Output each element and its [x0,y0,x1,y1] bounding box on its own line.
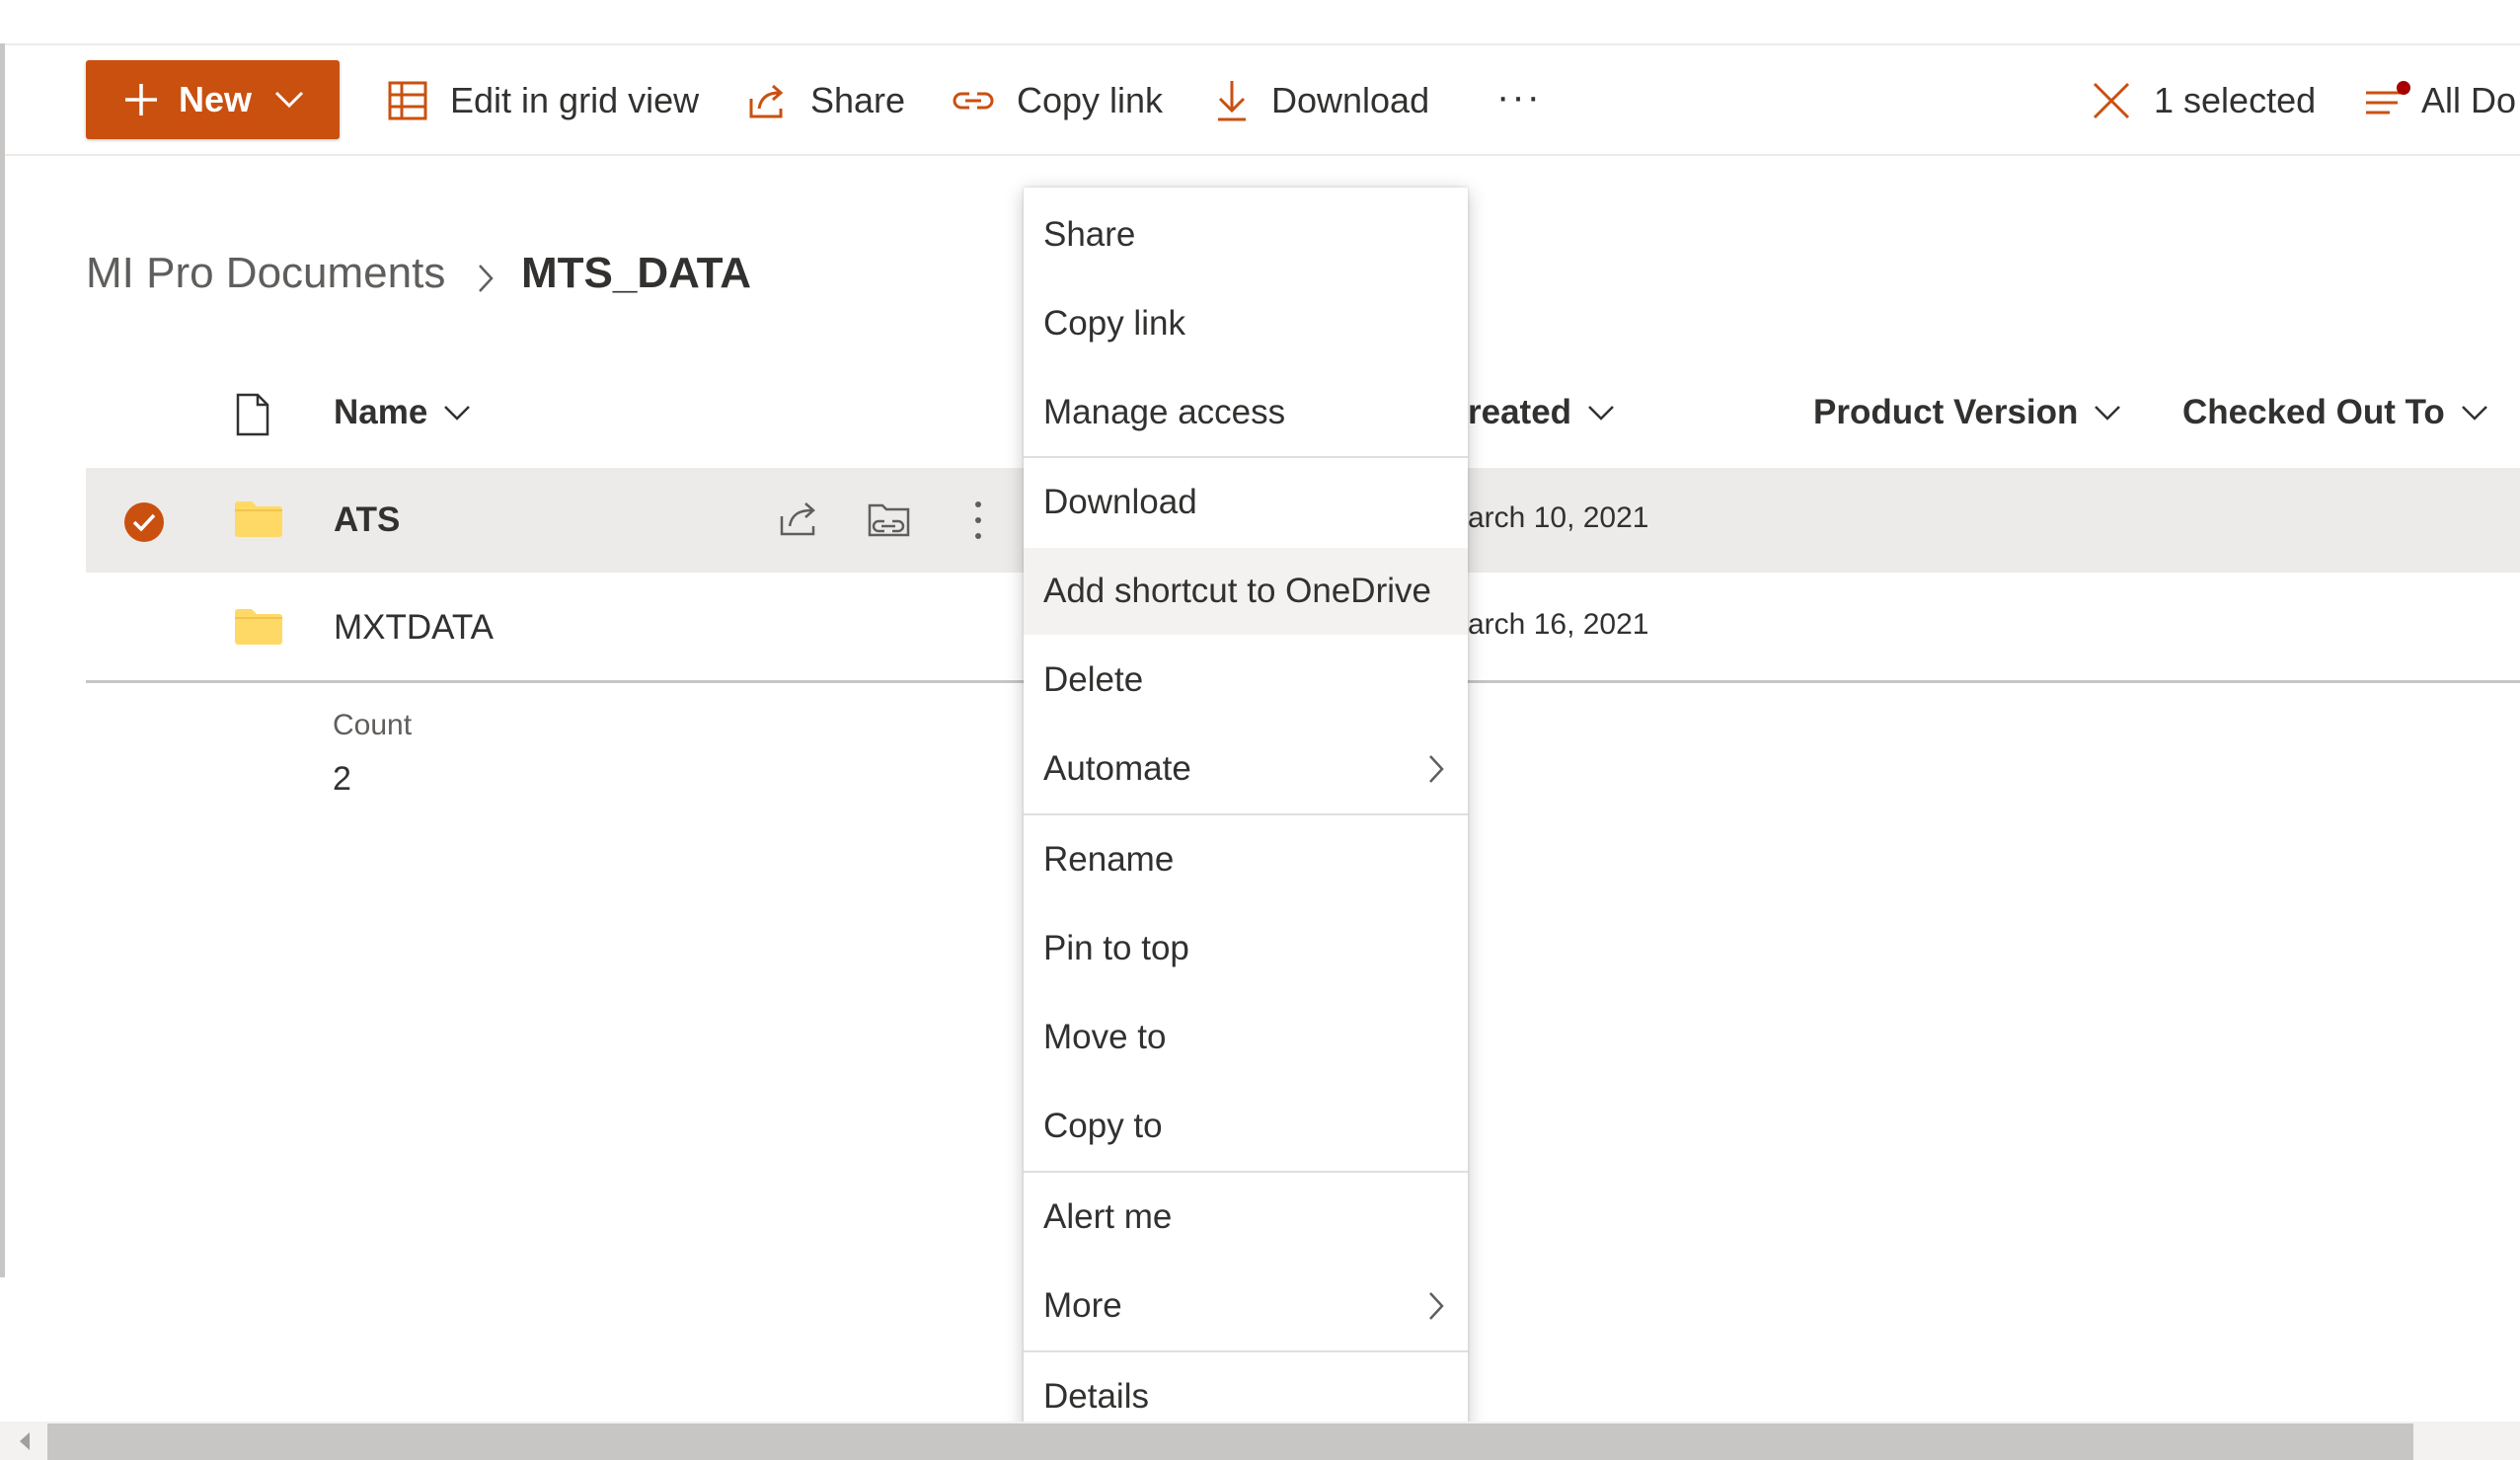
menu-item-automate[interactable]: Automate [1024,726,1468,812]
row-name-link[interactable]: ATS [334,500,400,540]
view-label: All Do [2421,80,2517,120]
share-label: Share [810,80,906,120]
close-icon [2093,82,2130,119]
folder-icon [235,501,282,537]
row-name-link[interactable]: MXTDATA [334,608,494,648]
chevron-right-icon [1429,1292,1444,1320]
plus-icon [125,84,157,115]
clear-selection-button[interactable]: 1 selected [2091,71,2316,130]
menu-item-pin-to-top[interactable]: Pin to top [1024,905,1468,992]
folder-icon [235,609,282,645]
grid-icon [388,81,427,120]
menu-item-add-shortcut[interactable]: Add shortcut to OneDrive [1024,548,1468,635]
menu-item-delete[interactable]: Delete [1024,637,1468,724]
chevron-down-icon [444,406,471,421]
chevron-down-icon [2461,406,2487,421]
context-menu: Share Copy link Manage access Download A… [1024,188,1468,1441]
column-header-product-version[interactable]: Product Version [1813,393,2121,432]
menu-item-copy-link[interactable]: Copy link [1024,280,1468,367]
edit-grid-view-label: Edit in grid view [450,80,700,120]
column-header-created[interactable]: reated [1468,393,1615,432]
menu-separator [1024,1171,1468,1173]
chevron-right-icon [1429,755,1444,783]
folder-link-icon[interactable] [867,499,912,541]
left-edge [0,43,5,1277]
menu-item-download[interactable]: Download [1024,459,1468,546]
menu-separator [1024,813,1468,815]
menu-item-alert-me[interactable]: Alert me [1024,1174,1468,1261]
menu-separator [1024,456,1468,458]
column-header-name[interactable]: Name [334,393,471,432]
new-button-label: New [179,79,253,119]
copy-link-button[interactable]: Copy link [952,71,1163,130]
menu-item-copy-to[interactable]: Copy to [1024,1083,1468,1170]
menu-separator [1024,1350,1468,1352]
menu-item-share[interactable]: Share [1024,192,1468,278]
download-button[interactable]: Download [1214,71,1429,130]
breadcrumb-parent[interactable]: MI Pro Documents [86,249,445,298]
menu-item-manage-access[interactable]: Manage access [1024,369,1468,456]
breadcrumb-chevron-icon [479,265,494,292]
share-icon[interactable] [778,499,821,538]
download-icon [1218,81,1246,121]
share-button[interactable]: Share [747,71,905,130]
row-created-date: arch 16, 2021 [1468,608,1649,641]
new-button[interactable]: New [86,60,340,139]
browser-top-strip [0,0,2520,45]
more-vertical-icon[interactable] [972,499,984,542]
scrollbar-thumb[interactable] [47,1423,2413,1460]
copy-link-label: Copy link [1017,80,1164,120]
menu-item-more[interactable]: More [1024,1263,1468,1349]
selected-count-label: 1 selected [2154,80,2317,120]
view-switcher-button[interactable]: All Do [2364,71,2516,130]
chevron-down-icon [274,91,304,109]
row-checked-icon[interactable] [122,500,166,544]
row-created-date: arch 10, 2021 [1468,501,1649,534]
file-type-icon[interactable] [235,393,270,436]
more-commands-label: ··· [1496,74,1542,118]
share-icon [749,84,784,118]
chevron-down-icon [1588,406,1614,421]
link-icon [953,92,994,110]
count-label: Count [333,709,413,741]
edit-grid-view-button[interactable]: Edit in grid view [387,71,699,130]
menu-item-rename[interactable]: Rename [1024,816,1468,903]
more-commands-button[interactable]: ··· [1496,67,1542,126]
column-header-checked-out-to[interactable]: Checked Out To [2182,393,2488,432]
page-title: MTS_DATA [521,249,752,297]
download-label: Download [1271,80,1430,120]
menu-item-move-to[interactable]: Move to [1024,994,1468,1081]
filter-list-icon [2366,81,2410,115]
chevron-down-icon [2095,406,2121,421]
scroll-left-arrow-icon[interactable] [18,1430,32,1452]
count-value: 2 [333,760,351,798]
